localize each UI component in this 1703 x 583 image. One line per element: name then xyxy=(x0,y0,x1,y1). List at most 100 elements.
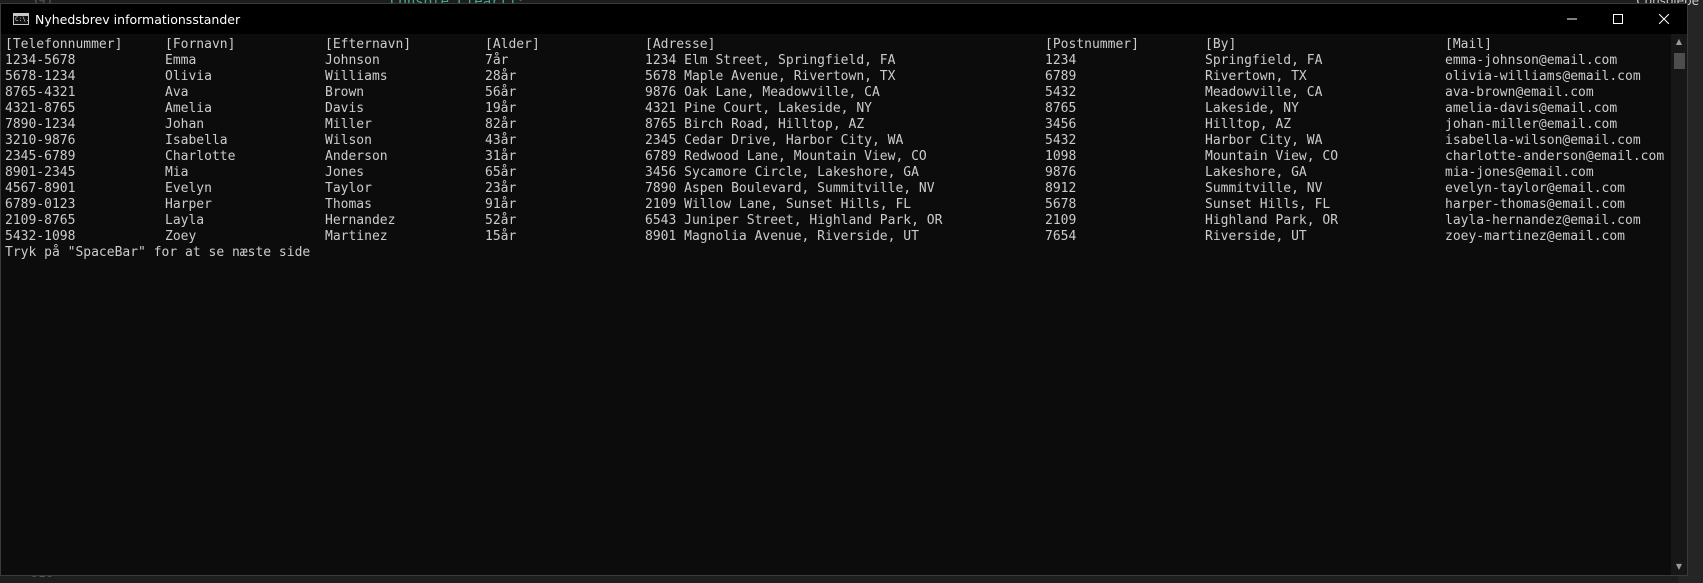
cell-first-name: Amelia xyxy=(165,101,212,116)
cell-first-name: Ava xyxy=(165,85,189,100)
cell-city: Highland Park, OR xyxy=(1205,213,1339,228)
cell-mail: emma-johnson@email.com xyxy=(1445,53,1618,68)
header-first-name: [Fornavn] xyxy=(165,37,236,52)
cell-address: 1234 Elm Street, Springfield, FA xyxy=(645,53,896,68)
cell-age: 23år xyxy=(485,181,517,196)
scroll-thumb[interactable] xyxy=(1674,53,1685,69)
cell-address: 3456 Sycamore Circle, Lakeshore, GA xyxy=(645,165,919,180)
header-postal-code: [Postnummer] xyxy=(1045,37,1139,52)
cell-last-name: Miller xyxy=(325,117,372,132)
cell-postal-code: 3456 xyxy=(1045,117,1077,132)
cell-city: Lakeside, NY xyxy=(1205,101,1299,116)
cell-phone: 6789-0123 xyxy=(5,197,76,212)
header-age: [Alder] xyxy=(485,37,540,52)
window-title: Nyhedsbrev informationsstander xyxy=(35,11,241,27)
cell-first-name: Johan xyxy=(165,117,205,132)
cell-postal-code: 5432 xyxy=(1045,85,1077,100)
cell-phone: 2109-8765 xyxy=(5,213,76,228)
cell-mail: charlotte-anderson@email.com xyxy=(1445,149,1665,164)
cell-mail: harper-thomas@email.com xyxy=(1445,197,1626,212)
cell-postal-code: 5678 xyxy=(1045,197,1077,212)
cell-postal-code: 8765 xyxy=(1045,101,1077,116)
cell-phone: 4321-8765 xyxy=(5,101,76,116)
cell-age: 28år xyxy=(485,69,517,84)
cell-age: 43år xyxy=(485,133,517,148)
console-app-icon[interactable]: C:\. xyxy=(13,13,29,25)
window-controls xyxy=(1549,4,1687,34)
cell-first-name: Charlotte xyxy=(165,149,236,164)
cell-address: 9876 Oak Lane, Meadowville, CA xyxy=(645,85,880,100)
cell-address: 8765 Birch Road, Hilltop, AZ xyxy=(645,117,865,132)
cell-first-name: Emma xyxy=(165,53,197,68)
maximize-button[interactable] xyxy=(1595,4,1641,34)
cell-age: 56år xyxy=(485,85,517,100)
cell-last-name: Taylor xyxy=(325,181,372,196)
cell-city: Mountain View, CO xyxy=(1205,149,1339,164)
cell-city: Springfield, FA xyxy=(1205,53,1323,68)
cell-age: 65år xyxy=(485,165,517,180)
cell-age: 82år xyxy=(485,117,517,132)
cell-first-name: Mia xyxy=(165,165,189,180)
minimize-button[interactable] xyxy=(1549,4,1595,34)
cell-last-name: Jones xyxy=(325,165,365,180)
cell-last-name: Davis xyxy=(325,101,365,116)
cell-last-name: Anderson xyxy=(325,149,388,164)
next-page-prompt: Tryk på "SpaceBar" for at se næste side xyxy=(5,245,311,260)
cell-age: 91år xyxy=(485,197,517,212)
cell-phone: 8765-4321 xyxy=(5,85,76,100)
cell-postal-code: 8912 xyxy=(1045,181,1077,196)
cell-first-name: Layla xyxy=(165,213,205,228)
cell-phone: 4567-8901 xyxy=(5,181,76,196)
cell-postal-code: 2109 xyxy=(1045,213,1077,228)
cell-city: Sunset Hills, FL xyxy=(1205,197,1331,212)
cell-city: Hilltop, AZ xyxy=(1205,117,1292,132)
vertical-scrollbar[interactable]: ▲ ▼ xyxy=(1671,34,1687,575)
cell-mail: zoey-martinez@email.com xyxy=(1445,229,1626,244)
cell-mail: olivia-williams@email.com xyxy=(1445,69,1641,84)
cell-first-name: Olivia xyxy=(165,69,212,84)
scroll-up-arrow-icon[interactable]: ▲ xyxy=(1671,34,1687,50)
cell-mail: johan-miller@email.com xyxy=(1445,117,1618,132)
cell-address: 2109 Willow Lane, Sunset Hills, FL xyxy=(645,197,912,212)
cell-age: 15år xyxy=(485,229,517,244)
cell-last-name: Johnson xyxy=(325,53,380,68)
cell-last-name: Brown xyxy=(325,85,365,100)
cell-postal-code: 9876 xyxy=(1045,165,1077,180)
cell-address: 6789 Redwood Lane, Mountain View, CO xyxy=(645,149,927,164)
cell-mail: mia-jones@email.com xyxy=(1445,165,1594,180)
cell-address: 7890 Aspen Boulevard, Summitville, NV xyxy=(645,181,935,196)
cell-phone: 7890-1234 xyxy=(5,117,76,132)
console-output[interactable]: [Telefonnummer] [Fornavn] [Efternavn] [Alde… xyxy=(1,34,1687,575)
cell-phone: 8901-2345 xyxy=(5,165,76,180)
cell-age: 19år xyxy=(485,101,517,116)
scroll-down-arrow-icon[interactable]: ▼ xyxy=(1671,559,1687,575)
close-button[interactable] xyxy=(1641,4,1687,34)
console-icon-text: C:\. xyxy=(15,16,30,23)
cell-address: 4321 Pine Court, Lakeside, NY xyxy=(645,101,872,116)
cell-phone: 3210-9876 xyxy=(5,133,76,148)
cell-city: Rivertown, TX xyxy=(1205,69,1307,84)
cell-postal-code: 1234 xyxy=(1045,53,1077,68)
cell-first-name: Isabella xyxy=(165,133,228,148)
cell-city: Lakeshore, GA xyxy=(1205,165,1307,180)
cell-city: Riverside, UT xyxy=(1205,229,1307,244)
header-last-name: [Efternavn] xyxy=(325,37,412,52)
cell-last-name: Wilson xyxy=(325,133,372,148)
header-mail: [Mail] xyxy=(1445,37,1492,52)
cell-mail: amelia-davis@email.com xyxy=(1445,101,1618,116)
cell-city: Summitville, NV xyxy=(1205,181,1323,196)
console-window: C:\. Nyhedsbrev informationsstander [Tel… xyxy=(0,3,1688,576)
cell-first-name: Zoey xyxy=(165,229,197,244)
cell-phone: 5678-1234 xyxy=(5,69,76,84)
cell-mail: layla-hernandez@email.com xyxy=(1445,213,1641,228)
cell-postal-code: 1098 xyxy=(1045,149,1077,164)
cell-last-name: Thomas xyxy=(325,197,372,212)
title-bar[interactable]: C:\. Nyhedsbrev informationsstander xyxy=(1,4,1687,34)
cell-phone: 1234-5678 xyxy=(5,53,76,68)
cell-age: 7år xyxy=(485,53,509,68)
header-address: [Adresse] xyxy=(645,37,716,52)
cell-last-name: Williams xyxy=(325,69,388,84)
cell-last-name: Hernandez xyxy=(325,213,396,228)
cell-mail: evelyn-taylor@email.com xyxy=(1445,181,1626,196)
cell-address: 2345 Cedar Drive, Harbor City, WA xyxy=(645,133,904,148)
